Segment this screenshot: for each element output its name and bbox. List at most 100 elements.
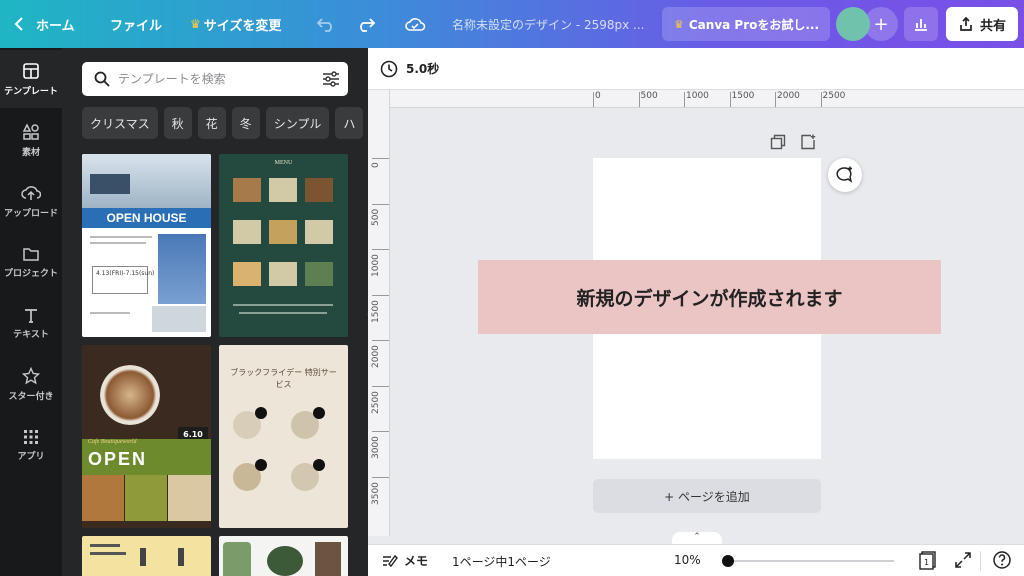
resize-button[interactable]: ♛ サイズを変更 [190,0,281,48]
duplicate-page-icon[interactable] [770,134,786,150]
rail-item-elements[interactable]: 素材 [0,111,62,169]
text-line [90,236,152,238]
crown-icon: ♛ [674,17,684,31]
figure-icon [140,548,146,566]
bar-chart-icon [915,19,927,31]
openhouse-title: OPEN HOUSE [82,208,211,228]
resize-label: サイズを変更 [203,18,282,34]
notes-button[interactable]: メモ [382,552,428,569]
utensil-photo [315,542,341,576]
file-menu-button[interactable]: ファイル [110,0,162,48]
template-card-menu[interactable]: MENU [219,154,348,337]
share-button[interactable]: 共有 [946,7,1018,41]
template-card-plants[interactable] [219,536,348,576]
template-search-input[interactable] [118,72,308,86]
chip-autumn[interactable]: 秋 [163,107,192,139]
blackfriday-title: ブラックフライデー 特別サービス [230,368,337,389]
redo-button[interactable] [356,0,376,48]
building-photo [158,234,206,304]
rail-item-uploads[interactable]: アップロード [0,172,62,230]
plus-icon: + [873,13,889,35]
search-icon [94,71,110,87]
divider [980,551,981,571]
ruler-tick [372,340,389,341]
food-photo [82,475,124,521]
left-rail: テンプレート 素材 アップロード プロジェクト テキスト スター付き アプリ [0,48,62,576]
interior-photo [152,306,206,332]
try-pro-button[interactable]: ♛ Canva Proをお試し... [662,7,830,41]
ruler-tick [593,92,594,107]
menu-text-card [233,220,261,244]
rail-label: スター付き [8,391,54,402]
creating-design-banner: 新規のデザインが作成されます [478,260,941,334]
latte-photo [100,365,160,425]
ruler-tick [372,431,389,432]
ruler-tick [775,92,776,107]
food-photo [305,178,333,202]
price-badge [255,407,267,419]
document-title[interactable]: 名称未設定のデザイン - 2598px ... [452,0,644,48]
price-badge [313,459,325,471]
food-photo [269,220,297,244]
tv-shape [90,174,130,194]
top-bar: ホーム ファイル ♛ サイズを変更 名称未設定のデザイン - 2598px ..… [0,0,1024,48]
template-search-box[interactable] [82,62,348,96]
elements-icon [22,122,39,140]
rail-item-text[interactable]: テキスト [0,294,62,352]
undo-button[interactable] [316,0,336,48]
chip-christmas[interactable]: クリスマス [82,107,158,139]
chip-flower[interactable]: 花 [197,107,226,139]
folder-icon [23,247,39,261]
apps-icon [24,429,38,444]
template-card-blackfriday[interactable]: ブラックフライデー 特別サービス [219,345,348,528]
chip-winter[interactable]: 冬 [231,107,260,139]
food-photo [233,262,261,286]
ruler-tick-label: 0 [595,91,601,101]
rail-item-starred[interactable]: スター付き [0,355,62,413]
zoom-slider[interactable] [722,555,894,567]
notes-icon [383,554,398,567]
duration-button[interactable]: 5.0秒 [380,60,439,78]
vertical-ruler: 0 500 1000 1500 2000 2500 3000 3500 [368,90,390,536]
cafe-script: Cafe Boutiqueworld [88,439,137,445]
rail-item-templates[interactable]: テンプレート [0,50,62,108]
rail-label: テキスト [13,329,49,340]
cafe-open-title: OPEN [88,449,148,469]
ruler-tick-label: 2500 [822,91,846,101]
plant-photo [223,542,251,576]
cloud-save-button[interactable] [404,0,426,48]
page-indicator: 1ページ中1ページ [452,555,551,569]
add-page-icon[interactable] [800,134,816,150]
ruler-tick [684,92,685,107]
filter-icon[interactable] [322,71,340,87]
insights-button[interactable] [904,7,938,41]
ruler-tick-label: 3500 [371,481,381,505]
home-button[interactable]: ホーム [14,0,75,48]
menu-title: MENU [274,160,293,166]
rail-item-apps[interactable]: アプリ [0,416,62,474]
ruler-tick-label: 500 [371,208,381,226]
template-card-yellow[interactable] [82,536,211,576]
zoom-slider-knob[interactable] [722,555,734,567]
template-card-cafe[interactable]: 6.10 Cafe Boutiqueworld OPEN [82,345,211,528]
star-icon [22,366,40,384]
text-line [233,304,333,306]
rail-item-projects[interactable]: プロジェクト [0,233,62,291]
comment-button[interactable] [828,158,862,192]
chip-simple[interactable]: シンプル [265,107,330,139]
ruler-tick [372,249,389,250]
duration-label: 5.0秒 [406,62,440,76]
page-grid-icon[interactable]: 1 [918,550,938,570]
fullscreen-icon[interactable] [953,550,973,570]
food-photo [233,178,261,202]
avatar[interactable] [836,7,870,41]
chip-more[interactable]: ハ [335,107,364,139]
ruler-tick-label: 1000 [686,91,709,101]
add-page-button[interactable]: + ページを追加 [593,479,821,513]
ruler-tick [372,294,389,296]
clock-icon [380,60,398,77]
svg-text:1: 1 [924,558,929,567]
help-icon[interactable] [992,550,1012,570]
zoom-level[interactable]: 10% [674,553,701,567]
template-card-openhouse[interactable]: OPEN HOUSE 4.13(FRI)-7.15(sun) [82,154,211,337]
